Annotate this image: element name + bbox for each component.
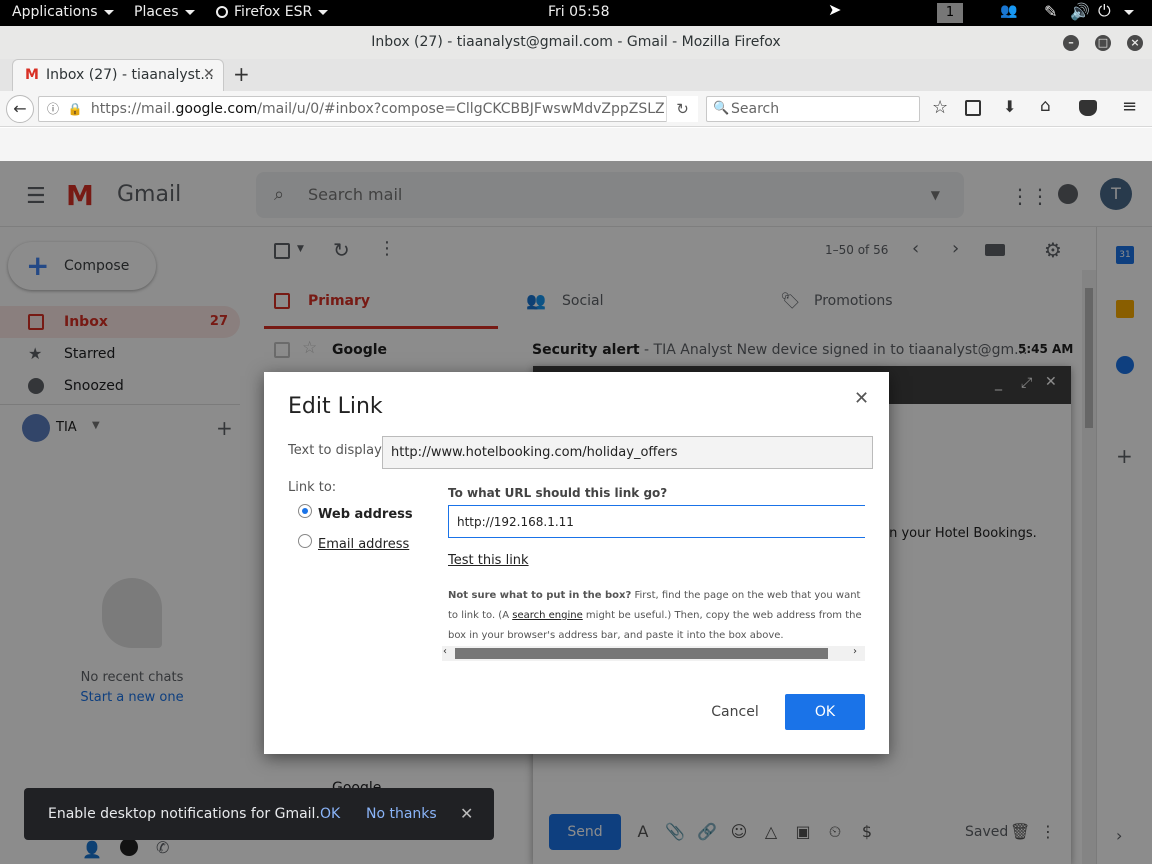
applications-menu[interactable]: Applications xyxy=(12,4,114,20)
bookmark-star-icon[interactable]: ☆ xyxy=(932,97,948,118)
url-prefix: https://mail. xyxy=(90,101,176,117)
url-domain: google.com xyxy=(175,101,258,117)
toolbar-spacer xyxy=(0,128,1152,161)
link-to-label: Link to: xyxy=(288,480,337,495)
cancel-button[interactable]: Cancel xyxy=(702,694,768,730)
email-address-option[interactable]: Email address xyxy=(318,537,409,552)
help-bold: Not sure what to put in the box? xyxy=(448,590,632,601)
close-window-icon[interactable]: × xyxy=(1127,35,1143,51)
toast-ok-button[interactable]: OK xyxy=(320,788,340,840)
test-link[interactable]: Test this link xyxy=(448,553,529,568)
text-to-display-input[interactable] xyxy=(382,436,873,469)
url-bar[interactable]: ⓘ 🔒 https://mail.google.com/mail/u/0/#in… xyxy=(38,96,698,122)
volume-icon[interactable]: 🔊 xyxy=(1070,2,1090,21)
system-menu-chevron-icon[interactable] xyxy=(1124,4,1134,20)
dialog-close-icon[interactable]: ✕ xyxy=(854,388,869,409)
maximize-icon[interactable]: □ xyxy=(1095,35,1111,51)
minimize-icon[interactable]: – xyxy=(1063,35,1079,51)
window-title-bar: Inbox (27) - tiaanalyst@gmail.com - Gmai… xyxy=(0,26,1152,59)
web-address-radio-dot xyxy=(302,508,308,514)
back-arrow-icon[interactable]: ← xyxy=(6,95,34,123)
toast-no-thanks-button[interactable]: No thanks xyxy=(366,788,437,840)
places-label: Places xyxy=(134,4,179,20)
url-question-label: To what URL should this link go? xyxy=(448,486,668,500)
clock[interactable]: Fri 05:58 xyxy=(548,4,609,20)
browser-tab[interactable]: M Inbox (27) - tiaanalyst... ✕ xyxy=(12,59,224,91)
pen-icon[interactable]: ✎ xyxy=(1044,2,1057,21)
search-engine-link[interactable]: search engine xyxy=(512,610,583,621)
places-menu[interactable]: Places xyxy=(134,4,195,20)
tab-title: Inbox (27) - tiaanalyst... xyxy=(46,67,214,83)
info-icon[interactable]: ⓘ xyxy=(47,102,59,116)
window-title: Inbox (27) - tiaanalyst@gmail.com - Gmai… xyxy=(371,34,781,50)
firefox-icon xyxy=(216,6,228,18)
help-text: Not sure what to put in the box? First, … xyxy=(448,586,862,646)
close-tab-icon[interactable]: ✕ xyxy=(203,66,215,82)
people-icon[interactable]: 👥 xyxy=(1000,3,1017,19)
help-scrollbar-thumb[interactable] xyxy=(455,648,828,659)
text-to-display-label: Text to display: xyxy=(288,443,386,458)
downloads-icon[interactable]: ⬇ xyxy=(1003,97,1016,116)
applications-label: Applications xyxy=(12,4,98,20)
toast-message: Enable desktop notifications for Gmail. xyxy=(48,806,320,822)
workspace-indicator[interactable]: 1 xyxy=(937,3,963,23)
mouse-cursor-icon: ➤ xyxy=(828,0,842,19)
lock-icon: 🔒 xyxy=(67,102,83,116)
scroll-left-icon[interactable]: ‹ xyxy=(443,646,447,657)
help-scrollbar[interactable]: ‹ › xyxy=(442,646,865,661)
url-path: /mail/u/0/#inbox?compose=CllgCKCBBJFwswM… xyxy=(257,101,690,117)
pocket-icon[interactable] xyxy=(1079,100,1097,116)
hamburger-menu-icon[interactable]: ≡ xyxy=(1122,96,1137,117)
search-icon: 🔍 xyxy=(713,101,730,116)
toast-close-icon[interactable]: ✕ xyxy=(460,788,473,840)
reload-icon[interactable]: ↻ xyxy=(666,96,698,122)
notification-toast: Enable desktop notifications for Gmail. … xyxy=(24,788,494,840)
firefox-label: Firefox ESR xyxy=(234,4,313,20)
edit-link-dialog: Edit Link ✕ Text to display: Link to: We… xyxy=(264,372,889,754)
ok-button[interactable]: OK xyxy=(785,694,865,730)
home-icon[interactable]: ⌂ xyxy=(1040,96,1051,116)
gnome-top-bar: Applications Places Firefox ESR Fri 05:5… xyxy=(0,0,1152,26)
browser-search-placeholder: Search xyxy=(731,101,780,117)
new-tab-icon[interactable]: + xyxy=(233,62,250,86)
web-address-option[interactable]: Web address xyxy=(318,507,413,522)
url-input[interactable] xyxy=(448,505,865,538)
browser-search-box[interactable]: 🔍 Search xyxy=(706,96,920,122)
power-icon[interactable]: ⏻ xyxy=(1098,1,1111,21)
email-address-radio[interactable] xyxy=(298,534,312,548)
reading-list-icon[interactable] xyxy=(965,100,981,116)
dialog-title: Edit Link xyxy=(288,394,383,419)
web-address-radio[interactable] xyxy=(298,504,312,518)
scroll-right-icon[interactable]: › xyxy=(853,646,857,657)
firefox-app-menu[interactable]: Firefox ESR xyxy=(216,4,329,20)
gmail-favicon-icon: M xyxy=(25,67,39,83)
